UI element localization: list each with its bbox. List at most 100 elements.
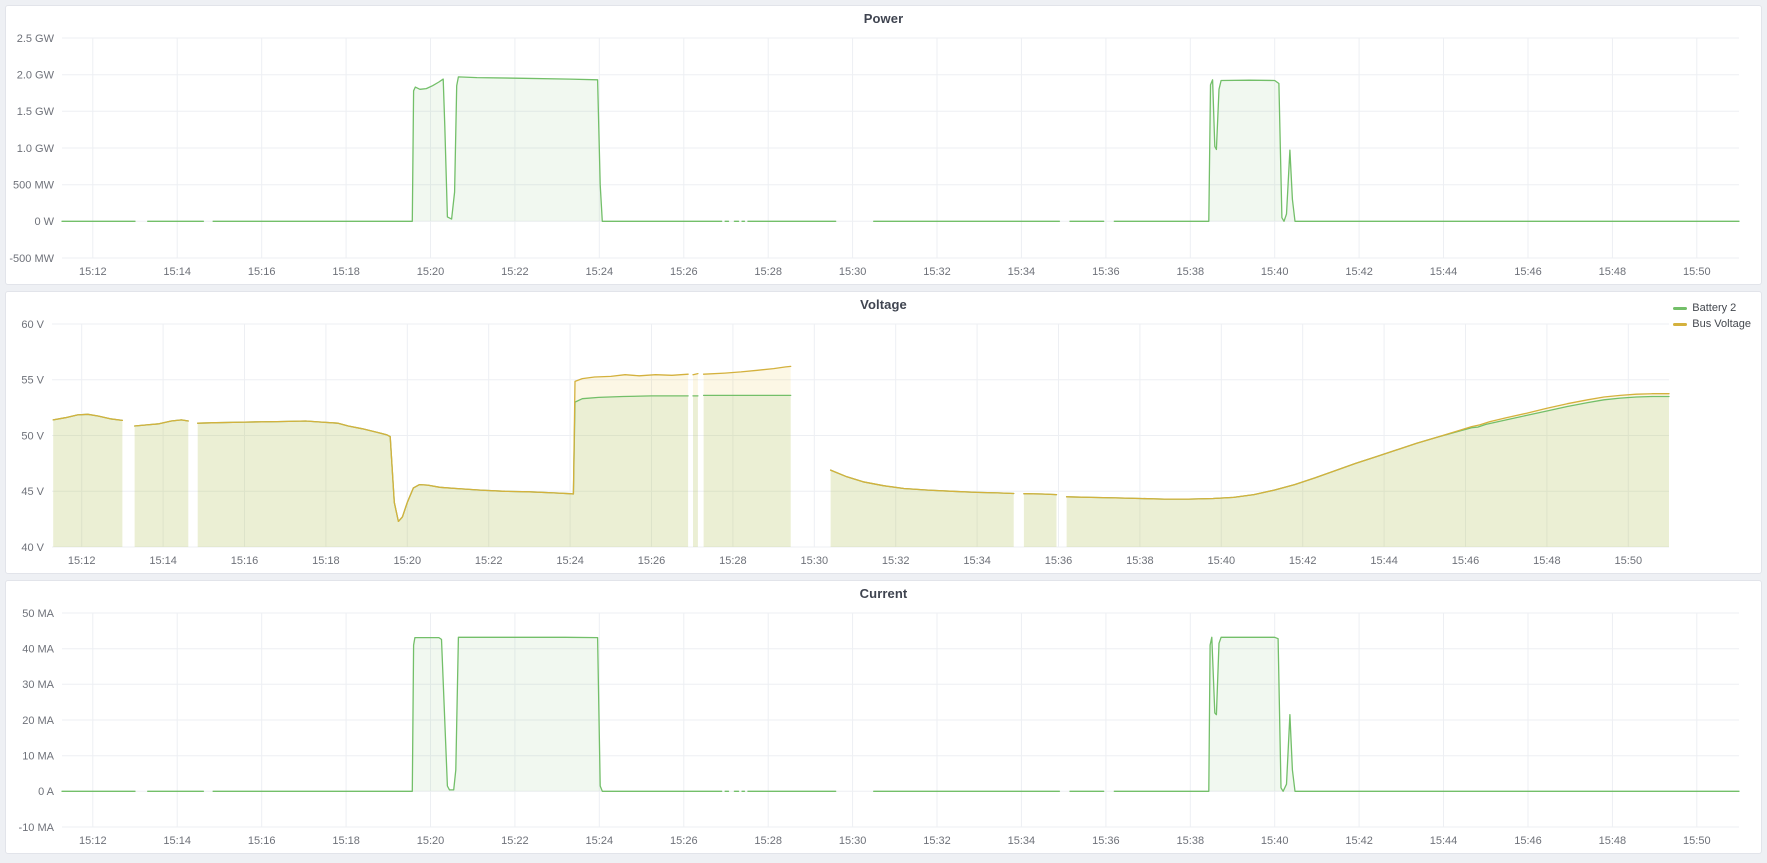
svg-text:2.0 GW: 2.0 GW	[17, 70, 55, 82]
svg-text:15:42: 15:42	[1289, 555, 1317, 567]
svg-text:15:22: 15:22	[475, 555, 503, 567]
svg-text:50 MA: 50 MA	[22, 608, 54, 620]
svg-text:15:20: 15:20	[417, 835, 445, 847]
voltage-panel-header[interactable]: Voltage	[6, 292, 1761, 316]
svg-text:15:32: 15:32	[882, 555, 910, 567]
svg-text:15:28: 15:28	[719, 555, 747, 567]
svg-text:15:34: 15:34	[1008, 266, 1036, 278]
power-panel: Power 2.5 GW2.0 GW1.5 GW1.0 GW500 MW0 W-…	[5, 5, 1762, 285]
svg-text:15:44: 15:44	[1370, 555, 1398, 567]
svg-text:15:46: 15:46	[1452, 555, 1480, 567]
svg-text:15:38: 15:38	[1177, 266, 1205, 278]
svg-text:15:14: 15:14	[163, 266, 191, 278]
axis-labels: 2.5 GW2.0 GW1.5 GW1.0 GW500 MW0 W-500 MW…	[9, 33, 1710, 278]
svg-text:15:20: 15:20	[394, 555, 422, 567]
svg-text:15:12: 15:12	[79, 266, 107, 278]
voltage-legend: Battery 2 Bus Voltage	[1673, 302, 1751, 331]
svg-text:0 A: 0 A	[38, 786, 55, 798]
svg-text:15:28: 15:28	[754, 266, 782, 278]
svg-text:45 V: 45 V	[21, 486, 44, 498]
svg-text:15:18: 15:18	[332, 266, 360, 278]
svg-text:15:46: 15:46	[1514, 835, 1542, 847]
svg-text:0 W: 0 W	[34, 216, 54, 228]
svg-text:15:36: 15:36	[1092, 835, 1120, 847]
svg-text:15:22: 15:22	[501, 266, 529, 278]
axis-labels: 50 MA 40 MA 30 MA 20 MA 10 MA 0 A -10 MA 15:12 1…	[19, 608, 1711, 847]
svg-text:15:30: 15:30	[801, 555, 829, 567]
current-panel: Current 50 MA 40 MA 30 MA 20 MA 10 MA 0 A -10 …	[5, 580, 1762, 854]
svg-text:1.5 GW: 1.5 GW	[17, 106, 55, 118]
svg-text:15:44: 15:44	[1430, 835, 1458, 847]
current-plot[interactable]: 50 MA 40 MA 30 MA 20 MA 10 MA 0 A -10 MA 15:12 1…	[6, 605, 1761, 853]
svg-text:15:34: 15:34	[963, 555, 991, 567]
svg-text:15:14: 15:14	[163, 835, 191, 847]
svg-text:40 MA: 40 MA	[22, 644, 54, 656]
gridlines	[62, 38, 1739, 258]
svg-text:40 V: 40 V	[21, 542, 44, 554]
svg-text:500 MW: 500 MW	[13, 180, 55, 192]
power-plot[interactable]: 2.5 GW2.0 GW1.5 GW1.0 GW500 MW0 W-500 MW…	[6, 30, 1761, 284]
voltage-panel: Voltage 60 V 55 V 50 V 45 V 40 V 15:12 15:14 15…	[5, 291, 1762, 574]
svg-text:15:34: 15:34	[1008, 835, 1036, 847]
svg-text:15:16: 15:16	[231, 555, 259, 567]
svg-text:15:30: 15:30	[839, 835, 867, 847]
svg-text:15:38: 15:38	[1177, 835, 1205, 847]
svg-text:55 V: 55 V	[21, 375, 44, 387]
svg-text:15:40: 15:40	[1208, 555, 1236, 567]
svg-text:2.5 GW: 2.5 GW	[17, 33, 55, 45]
svg-text:15:18: 15:18	[312, 555, 340, 567]
gridlines	[62, 613, 1739, 827]
svg-text:50 V: 50 V	[21, 430, 44, 442]
svg-text:15:12: 15:12	[79, 835, 107, 847]
svg-text:15:16: 15:16	[248, 835, 276, 847]
svg-text:20 MA: 20 MA	[22, 715, 54, 727]
svg-text:15:46: 15:46	[1514, 266, 1542, 278]
svg-text:15:48: 15:48	[1533, 555, 1561, 567]
svg-text:15:16: 15:16	[248, 266, 276, 278]
svg-text:15:32: 15:32	[923, 266, 951, 278]
current-chart-svg[interactable]: 50 MA 40 MA 30 MA 20 MA 10 MA 0 A -10 MA 15:12 1…	[6, 605, 1761, 853]
svg-text:15:42: 15:42	[1345, 835, 1373, 847]
battery-2-series-swatch	[1673, 307, 1687, 310]
voltage-chart-svg[interactable]: 60 V 55 V 50 V 45 V 40 V 15:12 15:14 15:16 15:18…	[6, 316, 1761, 573]
svg-text:15:24: 15:24	[556, 555, 584, 567]
svg-text:-10 MA: -10 MA	[19, 822, 55, 834]
svg-text:-500 MW: -500 MW	[9, 253, 54, 265]
legend-item-battery-2[interactable]: Battery 2	[1673, 302, 1751, 315]
svg-text:15:36: 15:36	[1045, 555, 1073, 567]
svg-text:60 V: 60 V	[21, 319, 44, 331]
svg-text:15:26: 15:26	[670, 266, 698, 278]
svg-text:15:26: 15:26	[670, 835, 698, 847]
voltage-plot[interactable]: 60 V 55 V 50 V 45 V 40 V 15:12 15:14 15:16 15:18…	[6, 316, 1761, 573]
legend-label-bus-voltage: Bus Voltage	[1692, 318, 1751, 331]
svg-text:15:18: 15:18	[332, 835, 360, 847]
svg-text:15:48: 15:48	[1599, 835, 1627, 847]
svg-text:15:28: 15:28	[754, 835, 782, 847]
svg-text:15:40: 15:40	[1261, 266, 1289, 278]
svg-text:15:50: 15:50	[1615, 555, 1643, 567]
current-panel-header[interactable]: Current	[6, 581, 1761, 605]
svg-text:15:38: 15:38	[1126, 555, 1154, 567]
power-panel-header[interactable]: Power	[6, 6, 1761, 30]
power-panel-title: Power	[864, 11, 904, 26]
svg-text:10 MA: 10 MA	[22, 751, 54, 763]
svg-text:15:44: 15:44	[1430, 266, 1458, 278]
svg-text:30 MA: 30 MA	[22, 679, 54, 691]
bus-voltage-series-swatch	[1673, 323, 1687, 326]
svg-text:15:12: 15:12	[68, 555, 96, 567]
svg-text:15:42: 15:42	[1345, 266, 1373, 278]
svg-text:15:24: 15:24	[586, 266, 614, 278]
svg-text:15:26: 15:26	[638, 555, 666, 567]
legend-item-bus-voltage[interactable]: Bus Voltage	[1673, 318, 1751, 331]
svg-text:15:40: 15:40	[1261, 835, 1289, 847]
svg-text:15:50: 15:50	[1683, 835, 1711, 847]
svg-text:15:20: 15:20	[417, 266, 445, 278]
svg-text:15:30: 15:30	[839, 266, 867, 278]
svg-text:15:14: 15:14	[149, 555, 177, 567]
svg-text:15:32: 15:32	[923, 835, 951, 847]
svg-text:15:50: 15:50	[1683, 266, 1711, 278]
voltage-panel-title: Voltage	[860, 297, 907, 312]
svg-text:15:22: 15:22	[501, 835, 529, 847]
power-chart-svg[interactable]: 2.5 GW2.0 GW1.5 GW1.0 GW500 MW0 W-500 MW…	[6, 30, 1761, 284]
svg-text:15:24: 15:24	[586, 835, 614, 847]
